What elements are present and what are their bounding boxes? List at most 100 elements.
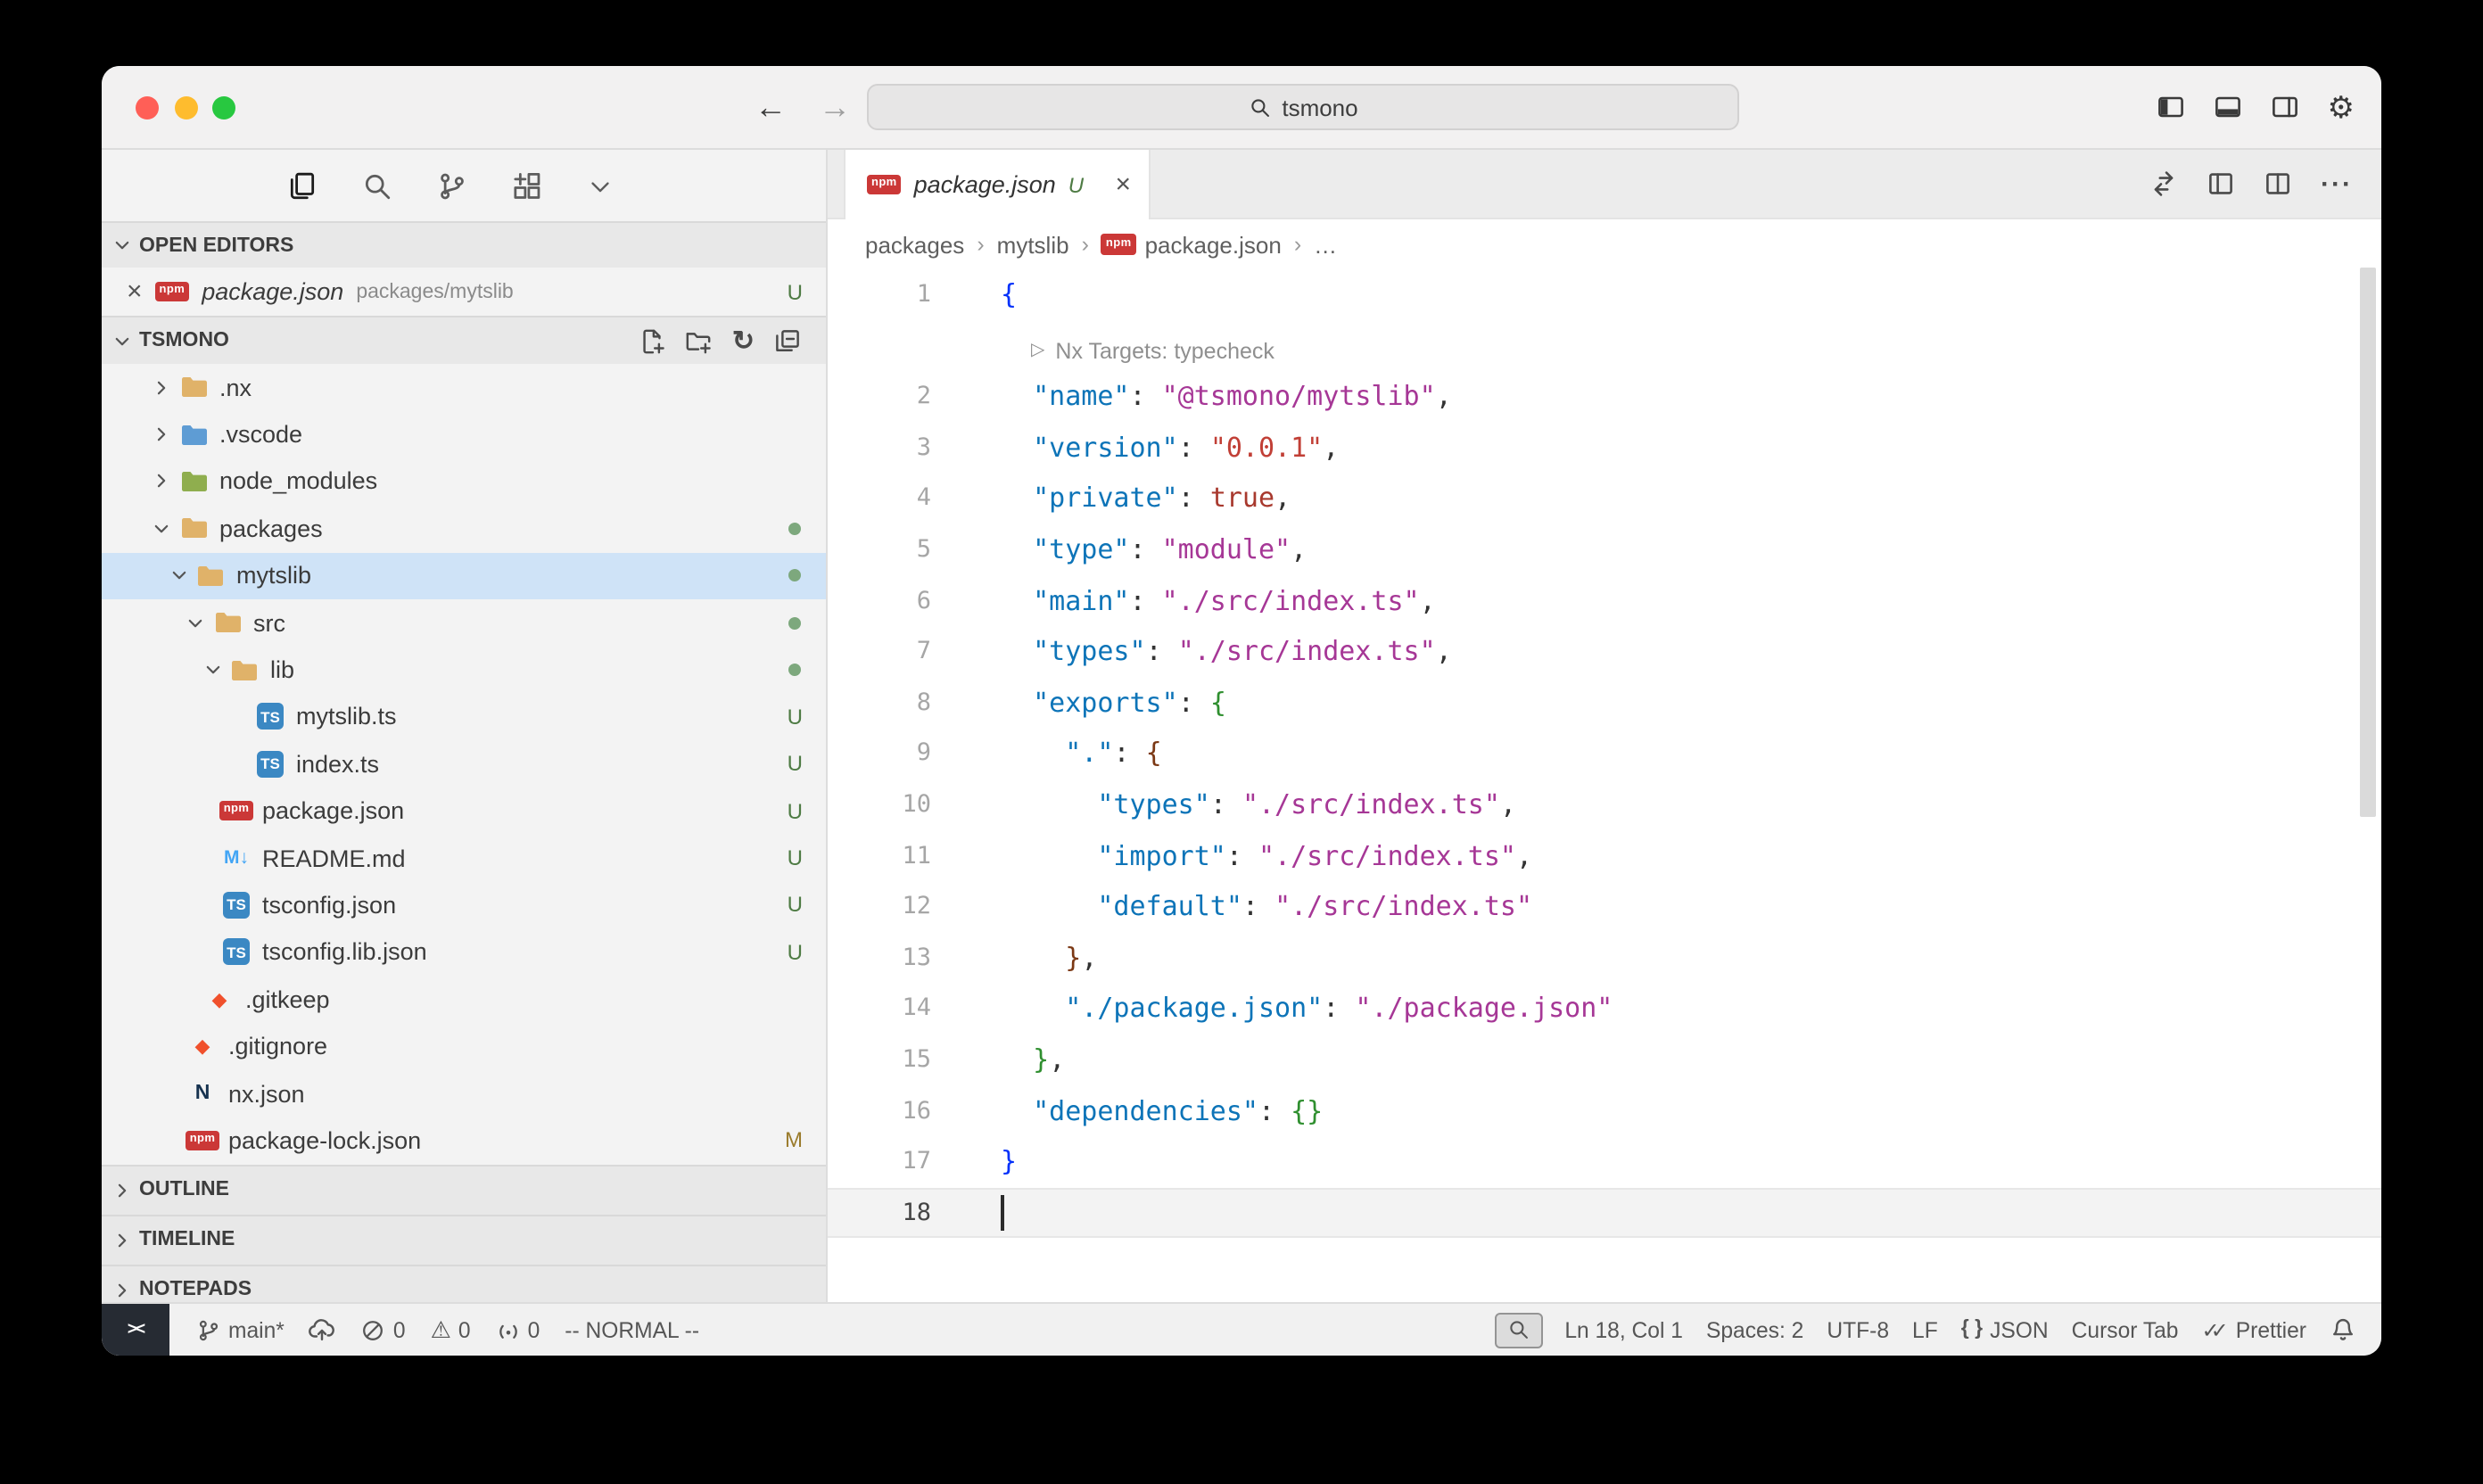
extensions-icon[interactable]	[512, 170, 542, 201]
errors-item[interactable]: 0	[351, 1304, 417, 1356]
warnings-item[interactable]: ⚠0	[420, 1304, 482, 1356]
tree-item-mytslib[interactable]: mytslib	[102, 552, 826, 599]
vim-mode-item[interactable]: -- NORMAL --	[554, 1304, 710, 1356]
tree-item-.nx[interactable]: .nx	[102, 364, 826, 411]
warning-icon: ⚠	[431, 1318, 451, 1341]
chevron-right-icon[interactable]	[146, 472, 177, 491]
status-item-text: Prettier	[2236, 1317, 2306, 1342]
title-bar[interactable]: ← → tsmono ⚙	[102, 66, 2381, 150]
collapse-all-icon[interactable]	[774, 327, 801, 354]
open-editor-filename: package.json	[202, 278, 343, 305]
folder-blue	[177, 422, 210, 447]
tree-item-label: nx.json	[228, 1080, 305, 1107]
git-status-badge: U	[788, 893, 803, 918]
code-editor[interactable]: 1{▷Nx Targets: typecheck2 "name": "@tsmo…	[828, 269, 2381, 1302]
chevron-down-icon[interactable]	[197, 660, 227, 680]
split-editor-icon[interactable]	[2264, 169, 2292, 198]
tree-item-index.ts[interactable]: TSindex.tsU	[102, 740, 826, 787]
open-editor-item[interactable]: × npm package.json packages/mytslib U	[102, 268, 826, 316]
screencast-zoom-item[interactable]	[1495, 1312, 1543, 1348]
open-changes-icon[interactable]	[2149, 169, 2178, 198]
tree-item-.gitignore[interactable]: ◆.gitignore	[102, 1023, 826, 1070]
tree-item-package-lock.json[interactable]: npmpackage-lock.jsonM	[102, 1117, 826, 1165]
search-icon[interactable]	[362, 170, 392, 201]
new-folder-icon[interactable]	[686, 327, 713, 354]
section-header-outline[interactable]: OUTLINE	[102, 1164, 826, 1214]
open-preview-icon[interactable]	[2207, 169, 2235, 198]
breadcrumb-item[interactable]: mytslib	[997, 231, 1069, 258]
new-file-icon[interactable]	[639, 327, 666, 354]
tree-item-packages[interactable]: packages	[102, 505, 826, 552]
code-line-9: 9 ".": {	[828, 729, 2381, 779]
tree-item-lib[interactable]: lib	[102, 647, 826, 694]
cursor-tab-item[interactable]: Cursor Tab	[2061, 1304, 2190, 1356]
language-mode-item[interactable]: { }JSON	[1951, 1304, 2059, 1356]
tree-item-README.md[interactable]: M↓README.mdU	[102, 835, 826, 882]
tree-item-tsconfig.lib.json[interactable]: TStsconfig.lib.jsonU	[102, 928, 826, 976]
vertical-scrollbar[interactable]	[2360, 268, 2376, 817]
git-status-badge: U	[788, 798, 803, 823]
status-item-text: -- NORMAL --	[565, 1317, 699, 1342]
close-window-button[interactable]	[136, 95, 159, 119]
breadcrumb-item[interactable]: npmpackage.json	[1101, 231, 1282, 258]
chevron-right-icon[interactable]	[146, 425, 177, 444]
tab-package-json[interactable]: npm package.json U ×	[844, 150, 1151, 219]
source-control-icon[interactable]	[437, 170, 467, 201]
tree-item-label: lib	[270, 656, 294, 683]
chevron-down-icon[interactable]	[180, 613, 210, 632]
breadcrumb-separator: ›	[1082, 232, 1089, 257]
close-icon[interactable]: ×	[127, 278, 143, 305]
layout-sidebar-right-icon[interactable]	[2271, 93, 2299, 121]
cursor-position-item[interactable]: Ln 18, Col 1	[1554, 1304, 1694, 1356]
breadcrumb-separator: ›	[1294, 232, 1301, 257]
back-arrow-icon[interactable]: ←	[755, 91, 787, 123]
git-icon: ◆	[186, 1035, 219, 1058]
section-header-timeline[interactable]: TIMELINE	[102, 1214, 826, 1264]
ellipsis-icon[interactable]: ···	[2321, 170, 2353, 197]
formatter-item[interactable]: ✓✓Prettier	[2191, 1304, 2318, 1356]
search-icon	[1248, 95, 1271, 119]
close-tab-icon[interactable]: ×	[1115, 171, 1131, 198]
encoding-item[interactable]: UTF-8	[1816, 1304, 1900, 1356]
tree-item-.vscode[interactable]: .vscode	[102, 411, 826, 458]
explorer-header[interactable]: TSMONO ↻	[102, 316, 826, 364]
code-lens-nx-targets[interactable]: ▷Nx Targets: typecheck	[1031, 326, 1274, 376]
braces-icon: { }	[1961, 1320, 1983, 1340]
tree-item-src[interactable]: src	[102, 599, 826, 647]
notifications-item[interactable]	[2319, 1304, 2367, 1356]
publish-item[interactable]	[299, 1304, 347, 1356]
chevron-right-icon[interactable]	[146, 377, 177, 397]
chevron-down-icon[interactable]	[146, 519, 177, 539]
indentation-item[interactable]: Spaces: 2	[1695, 1304, 1814, 1356]
chevron-down-icon[interactable]	[587, 172, 614, 199]
status-item-text: main*	[228, 1317, 285, 1342]
refresh-icon[interactable]: ↻	[732, 327, 755, 354]
layout-sidebar-icon[interactable]	[2157, 93, 2185, 121]
tree-item-mytslib.ts[interactable]: TSmytslib.tsU	[102, 693, 826, 740]
modified-dot	[788, 523, 801, 535]
chevron-down-icon[interactable]	[163, 566, 194, 586]
status-item-text: 0	[528, 1317, 540, 1342]
tree-item-.gitkeep[interactable]: ◆.gitkeep	[102, 976, 826, 1023]
code-line-4: 4 "private": true,	[828, 474, 2381, 524]
eol-item[interactable]: LF	[1901, 1304, 1949, 1356]
zoom-window-button[interactable]	[212, 95, 235, 119]
files-icon[interactable]	[287, 170, 318, 201]
explorer-actions: ↻	[639, 327, 815, 354]
tree-item-node_modules[interactable]: node_modules	[102, 458, 826, 506]
breadcrumb-item[interactable]: …	[1314, 231, 1337, 258]
breadcrumb-item[interactable]: packages	[865, 231, 964, 258]
line-number: 8	[828, 678, 931, 729]
forward-arrow-icon[interactable]: →	[819, 91, 851, 123]
layout-panel-icon[interactable]	[2214, 93, 2242, 121]
ports-item[interactable]: 0	[485, 1304, 551, 1356]
open-editors-header[interactable]: OPEN EDITORS	[102, 221, 826, 268]
tree-item-tsconfig.json[interactable]: TStsconfig.jsonU	[102, 882, 826, 929]
settings-gear-icon[interactable]: ⚙	[2328, 92, 2355, 122]
tree-item-nx.json[interactable]: Nnx.json	[102, 1070, 826, 1117]
minimize-window-button[interactable]	[174, 95, 197, 119]
remote-indicator[interactable]: ><	[102, 1304, 169, 1356]
command-center-search[interactable]: tsmono	[867, 84, 1739, 130]
tree-item-package.json[interactable]: npmpackage.jsonU	[102, 787, 826, 835]
git-branch-item[interactable]: main*	[186, 1304, 295, 1356]
